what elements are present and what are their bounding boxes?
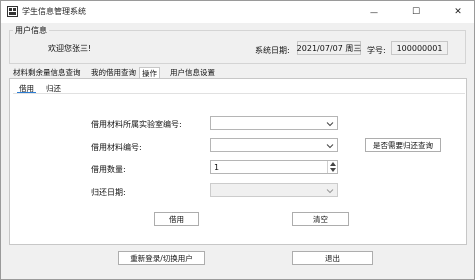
chevron-down-icon: [326, 187, 334, 195]
exit-button[interactable]: 退出: [292, 251, 373, 265]
tab-operation[interactable]: 操作: [139, 67, 160, 78]
return-date-picker[interactable]: [210, 183, 338, 197]
maximize-icon: ☐: [411, 7, 421, 17]
app-icon: [7, 6, 18, 17]
lab-number-label: 借用材料所属实验室编号:: [91, 120, 182, 129]
chevron-down-icon: [326, 120, 334, 128]
clear-button[interactable]: 清空: [292, 212, 349, 226]
user-info-group-title: 用户信息: [13, 25, 49, 36]
window-title: 学生信息管理系统: [22, 7, 86, 16]
tab-material-remaining[interactable]: 材料剩余量信息查询: [11, 67, 83, 78]
material-number-combo[interactable]: [210, 138, 338, 152]
material-number-label: 借用材料编号:: [91, 143, 142, 152]
subtab-return[interactable]: 归还: [44, 83, 63, 93]
minimize-icon: —: [370, 7, 378, 17]
welcome-text: 欢迎您张三!: [48, 44, 92, 53]
quantity-stepper[interactable]: 1: [210, 160, 338, 174]
minimize-button[interactable]: —: [360, 1, 388, 23]
system-date-label: 系统日期:: [255, 46, 290, 55]
student-id-label: 学号:: [367, 46, 386, 55]
tab-my-borrow[interactable]: 我的借用查询: [89, 67, 138, 78]
close-icon: ✕: [454, 7, 462, 17]
stepper-down-icon[interactable]: [329, 167, 337, 173]
main-window: 学生信息管理系统 — ☐ ✕ 用户信息 欢迎您张三! 系统日期: 2021/07…: [0, 0, 475, 280]
lab-number-combo[interactable]: [210, 116, 338, 130]
maximize-button[interactable]: ☐: [402, 1, 430, 23]
student-id-value: 100000001: [391, 41, 448, 55]
close-button[interactable]: ✕: [444, 1, 472, 23]
tab-user-settings[interactable]: 用户信息设置: [168, 67, 217, 78]
relogin-button[interactable]: 重新登录/切换用户: [118, 251, 205, 265]
return-date-label: 归还日期:: [91, 188, 126, 197]
system-date-value: 2021/07/07 周三: [297, 41, 361, 55]
subtab-borrow[interactable]: 借用: [17, 83, 36, 93]
quantity-label: 借用数量:: [91, 165, 126, 174]
check-return-button[interactable]: 是否需要归还查询: [365, 138, 441, 152]
chevron-down-icon: [326, 142, 334, 150]
subtab-divider: [13, 93, 465, 94]
quantity-value: 1: [214, 163, 220, 172]
stepper-arrows: [327, 161, 337, 173]
title-bar: 学生信息管理系统 — ☐ ✕: [1, 1, 474, 23]
borrow-button[interactable]: 借用: [154, 212, 199, 226]
